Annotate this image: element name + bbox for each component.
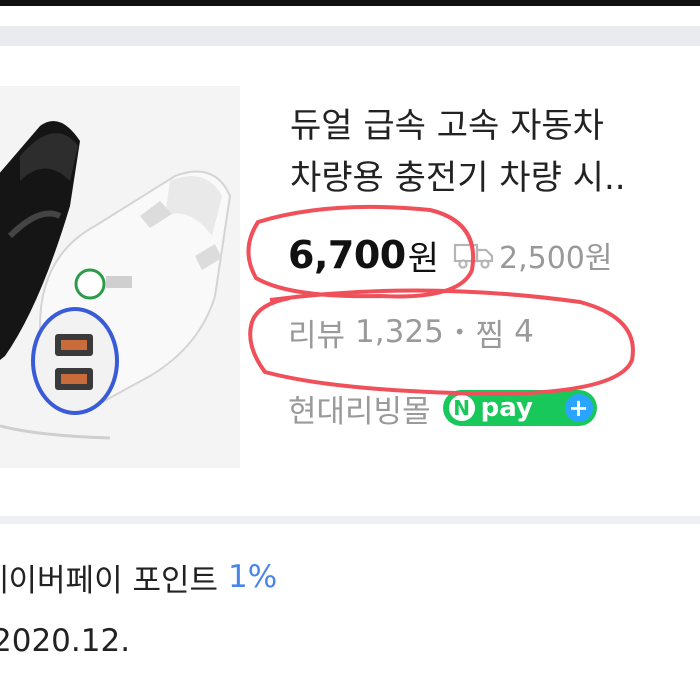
plus-icon: + [564,394,593,422]
price-value: 6,700 [288,233,406,277]
zzim-label: 찜 [475,317,505,354]
store-row: 현대리빙몰 N pay + [288,384,597,432]
product-title[interactable]: 듀얼 급속 고속 자동차 차량용 충전기 차량 시.. [290,100,700,204]
separator-dot: • [453,320,466,344]
product-title-line1[interactable]: 듀얼 급속 고속 자동차 [290,100,700,152]
top-gap [0,6,700,26]
shipping-fee: 2,500원 [498,241,613,276]
registration-date: 2020.12. [0,623,131,659]
date-row: 2020.12. [0,616,130,666]
review-label: 리뷰 [288,317,346,354]
npay-badge: N pay + [442,390,597,426]
review-count: 1,325 [355,314,444,350]
price-row: 6,700 원 2,500원 [288,230,612,280]
product-title-line2[interactable]: 차량용 충전기 차량 시.. [290,152,700,204]
truck-icon [453,239,495,271]
point-row: 네이버페이 포인트 1% [0,552,277,602]
npay-text: pay [480,393,533,423]
store-name[interactable]: 현대리빙몰 [288,386,431,431]
review-row: 리뷰 1,325 • 찜 4 [288,308,534,356]
npay-logo: N [448,395,475,421]
section-divider-top [0,26,700,46]
section-divider-mid [0,516,700,524]
point-label: 네이버페이 포인트 [0,562,219,599]
zzim-count: 4 [514,314,534,350]
price-currency: 원 [407,238,439,279]
product-image[interactable] [0,86,240,468]
point-value: 1% [228,559,278,595]
